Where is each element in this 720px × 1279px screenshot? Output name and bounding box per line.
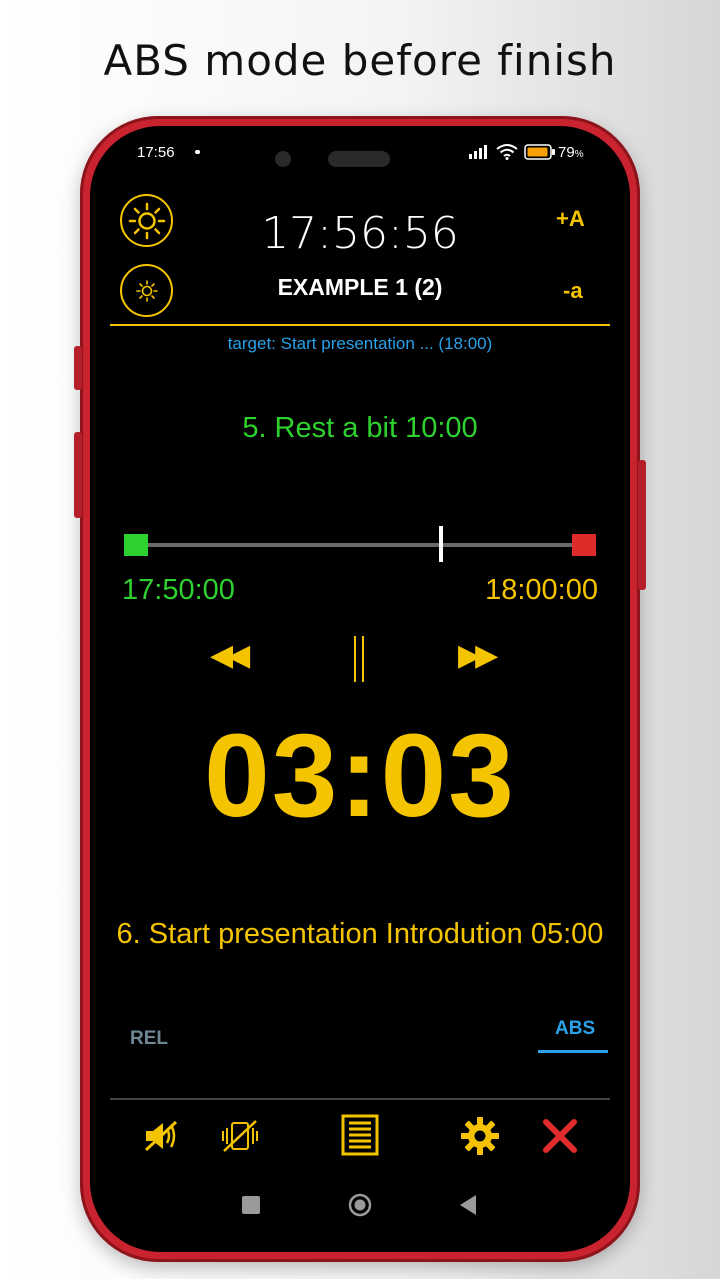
rewind-button[interactable]: ◀◀ [210,638,250,673]
pause-button[interactable] [352,636,368,682]
wifi-icon [496,143,518,165]
nav-recents-button[interactable] [242,1196,260,1214]
current-item: 5. Rest a bit 10:00 [242,412,478,444]
settings-button[interactable] [458,1114,502,1158]
home-circle-icon [348,1193,372,1217]
pause-bar-left [354,636,356,682]
screen: 17:56 79% 17:56:56 EXAMPLE 1 (2) +A -a t… [90,126,630,1252]
gear-icon [461,1117,499,1155]
program-list-button[interactable] [338,1112,382,1158]
brightness-up-button[interactable] [120,194,173,247]
header-divider [110,324,610,326]
status-time: 17:56 [137,144,175,161]
battery-icon [524,144,556,165]
caption-title: ABS mode before finish [103,36,617,85]
nav-back-button[interactable] [458,1194,478,1216]
page-title: EXAMPLE 1 (2) [277,274,443,300]
timeline-start-time: 17:50:00 [122,574,235,606]
earpiece [328,151,390,167]
countdown-timer: 03:03 [204,710,516,842]
font-decrease-button[interactable]: -a [563,278,583,304]
tab-abs[interactable]: ABS [555,1018,595,1040]
camera-hole [275,151,291,167]
timeline-track [148,543,572,547]
tab-rel[interactable]: REL [130,1028,168,1050]
font-increase-button[interactable]: +A [556,206,585,232]
sound-off-icon [144,1120,178,1152]
back-triangle-icon [460,1195,476,1215]
battery-level: 79% [558,144,584,161]
timeline-end-marker [572,534,596,556]
next-item: 6. Start presentation Introdution 05:00 [116,918,604,950]
sun-large-icon [128,202,165,239]
brightness-down-button[interactable] [120,264,173,317]
pause-bar-right [362,636,364,682]
close-icon [543,1119,577,1153]
vibrate-off-icon [222,1120,258,1152]
notification-dot-icon [195,150,200,154]
vibrate-toggle-button[interactable] [218,1116,262,1156]
timeline-start-marker [124,534,148,556]
side-button [74,432,82,518]
signal-icon [468,145,490,164]
target-text: target: Start presentation ... (18:00) [227,334,493,353]
current-clock: 17:56:56 [261,208,459,259]
sun-small-icon [135,279,158,302]
battery-percent: 79 [558,144,575,161]
side-button [74,346,82,390]
toolbar-divider [110,1098,610,1100]
tab-abs-indicator [538,1050,608,1053]
nav-home-button[interactable] [348,1193,372,1217]
close-button[interactable] [538,1114,582,1158]
power-button [638,460,646,590]
list-icon [341,1114,379,1156]
forward-button[interactable]: ▶▶ [458,638,498,673]
battery-suffix: % [574,149,584,160]
timeline-end-time: 18:00:00 [485,574,598,606]
timeline-progress-cursor[interactable] [438,526,443,562]
sound-toggle-button[interactable] [140,1116,184,1156]
